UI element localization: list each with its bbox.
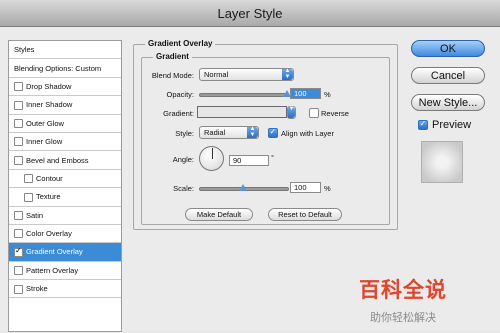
pattern-overlay-label: Pattern Overlay [26,265,79,275]
outer-glow-checkbox[interactable] [14,119,23,129]
scale-field[interactable]: 100 [290,182,321,193]
new-style-button[interactable]: New Style... [411,94,485,111]
watermark-subtitle: 助你轻松解决 [370,312,436,324]
inner-shadow-label: Inner Shadow [26,100,73,110]
blend-mode-label: Blend Mode: [151,71,194,80]
style-value: Radial [204,128,226,137]
preview-checkbox[interactable] [418,119,428,130]
styles-list: Styles Blending Options: Custom Drop Sha… [8,40,122,332]
style-label: Style: [175,129,194,138]
reset-to-default-button[interactable]: Reset to Default [268,208,342,221]
blending-options-label: Blending Options: Custom [14,63,102,73]
preview-thumbnail [421,141,463,183]
style-item-gradient-overlay[interactable]: Gradient Overlay [9,243,121,262]
stroke-label: Stroke [26,284,48,294]
color-overlay-label: Color Overlay [26,229,72,239]
dialog-body: Styles Blending Options: Custom Drop Sha… [0,27,500,333]
preview-label: Preview [432,119,472,131]
reverse-checkbox[interactable] [309,108,319,118]
watermark-title: 百科全说 [359,279,447,302]
styles-header[interactable]: Styles [9,41,121,60]
blend-mode-value: Normal [204,70,229,79]
bevel-emboss-label: Bevel and Emboss [26,155,89,165]
stroke-checkbox[interactable] [14,284,23,294]
angle-label: Angle: [172,155,194,164]
drop-shadow-label: Drop Shadow [26,81,72,91]
inner-shadow-checkbox[interactable] [14,100,23,110]
style-item-contour[interactable]: Contour [9,170,121,189]
chevron-updown-icon: ▲ ▼ [247,126,258,138]
ok-button[interactable]: OK [411,40,485,57]
gradient-overlay-label: Gradient Overlay [26,247,83,257]
opacity-label: Opacity: [166,90,194,99]
scale-slider-thumb[interactable] [239,184,247,191]
align-with-layer-label: Align with Layer [281,129,334,138]
style-item-pattern-overlay[interactable]: Pattern Overlay [9,262,121,281]
scale-label: Scale: [173,184,194,193]
blend-mode-select[interactable]: Normal ▲ ▼ [199,68,294,81]
outer-glow-label: Outer Glow [26,118,64,128]
panel-title: Gradient Overlay [145,39,216,48]
watermark: 百科全说 助你轻松解决 [348,271,458,333]
inner-glow-checkbox[interactable] [14,137,23,147]
satin-checkbox[interactable] [14,211,23,221]
gradient-overlay-checkbox[interactable] [14,246,23,257]
style-item-color-overlay[interactable]: Color Overlay [9,225,121,244]
chevron-down-icon: ▼ [288,106,295,118]
angle-dial-needle [211,148,213,159]
style-item-texture[interactable]: Texture [9,188,121,207]
satin-label: Satin [26,210,44,220]
gradient-group [141,57,390,225]
style-item-outer-glow[interactable]: Outer Glow [9,115,121,133]
texture-checkbox[interactable] [24,192,33,202]
title-bar: Layer Style [0,0,500,27]
angle-unit: ° [271,153,274,162]
style-item-inner-shadow[interactable]: Inner Shadow [9,96,121,115]
color-overlay-checkbox[interactable] [14,229,23,239]
window-title: Layer Style [217,6,283,21]
drop-shadow-checkbox[interactable] [14,82,23,92]
opacity-slider-track[interactable] [199,93,289,97]
gradient-picker-button[interactable]: ▼ [287,106,296,119]
style-select[interactable]: Radial ▲ ▼ [199,126,259,139]
opacity-unit: % [324,90,331,99]
style-item-bevel-emboss[interactable]: Bevel and Emboss [9,151,121,170]
bevel-emboss-checkbox[interactable] [14,155,23,165]
opacity-field[interactable]: 100 [290,88,321,99]
contour-label: Contour [36,173,63,183]
styles-header-label: Styles [14,45,35,55]
scale-unit: % [324,184,331,193]
reverse-label: Reverse [321,109,349,118]
gradient-label: Gradient: [163,109,194,118]
gradient-group-title: Gradient [153,52,192,61]
cancel-button[interactable]: Cancel [411,67,485,84]
style-item-satin[interactable]: Satin [9,207,121,225]
angle-field[interactable]: 90 [229,155,269,166]
style-item-drop-shadow[interactable]: Drop Shadow [9,78,121,97]
style-item-inner-glow[interactable]: Inner Glow [9,133,121,152]
contour-checkbox[interactable] [24,174,33,184]
inner-glow-label: Inner Glow [26,137,63,147]
align-with-layer-checkbox[interactable] [268,127,278,138]
gradient-preview-swatch[interactable] [197,106,287,118]
chevron-updown-icon: ▲ ▼ [282,68,293,80]
style-item-stroke[interactable]: Stroke [9,280,121,299]
angle-dial[interactable] [199,146,224,171]
make-default-button[interactable]: Make Default [185,208,253,221]
texture-label: Texture [36,192,61,202]
blending-options-item[interactable]: Blending Options: Custom [9,59,121,78]
pattern-overlay-checkbox[interactable] [14,266,23,276]
